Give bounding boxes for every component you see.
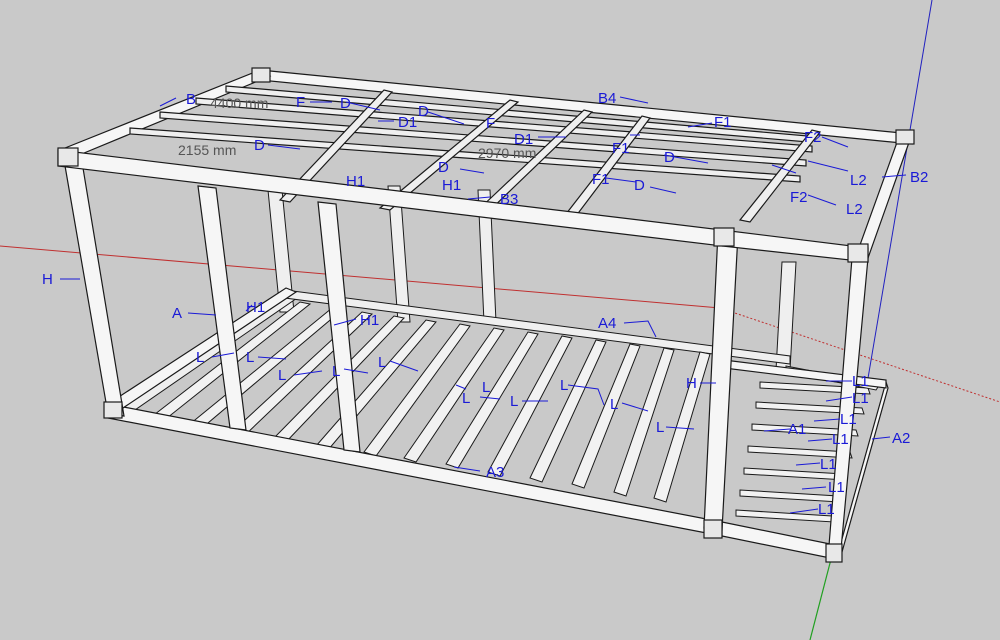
label-a-left: A	[172, 305, 182, 322]
roof-beam-ext-front	[721, 229, 869, 263]
joint-floor-front-right	[703, 519, 723, 539]
label-d-b: D	[418, 103, 429, 120]
model-viewport[interactable]: 2155 mm 2970 mm 4400 mm H A H1 H1 H1 H1 …	[0, 0, 1000, 640]
label-l1-1: L1	[852, 373, 869, 390]
dimension-top-left: 2155 mm	[178, 142, 236, 158]
label-a2: A2	[892, 430, 910, 447]
label-f1-b: F1	[612, 140, 630, 157]
label-l2-1: L2	[850, 172, 867, 189]
label-l1-5: L1	[820, 456, 837, 473]
back-post-right	[775, 261, 797, 371]
label-b2: B2	[910, 169, 928, 186]
floor-rail-ext-front	[721, 521, 841, 561]
label-f-a: F	[296, 94, 305, 111]
label-f-b: F	[486, 115, 495, 132]
label-l-1: L	[196, 349, 204, 366]
post-front-left	[63, 159, 125, 417]
joint-front-right	[713, 227, 735, 247]
joint-back-right	[895, 129, 915, 145]
label-l-7: L	[462, 390, 470, 407]
red-axis	[0, 245, 721, 309]
label-l1-2: L1	[852, 390, 869, 407]
label-l-5: L	[378, 354, 386, 371]
label-b4: B4	[598, 90, 616, 107]
post-front-right	[703, 231, 739, 531]
label-h1-a: H1	[246, 299, 265, 316]
label-d-c: D	[254, 137, 265, 154]
label-l-11: L	[656, 419, 664, 436]
blue-axis	[865, 0, 933, 391]
label-d1-b: D1	[514, 131, 533, 148]
joint-back-left	[251, 67, 271, 83]
label-h1-d: H1	[442, 177, 461, 194]
label-l-4: L	[332, 363, 340, 380]
label-a3: A3	[486, 464, 504, 481]
joint-floor-ext	[825, 543, 843, 563]
label-l1-6: L1	[828, 479, 845, 496]
label-a4: A4	[598, 315, 616, 332]
label-d-f: D	[634, 177, 645, 194]
dimension-top-back: 4400 mm	[210, 95, 268, 111]
label-l-3: L	[278, 367, 286, 384]
roof-beam-right	[855, 133, 913, 259]
label-f1-c: F1	[592, 171, 610, 188]
label-f2-b: F2	[790, 189, 808, 206]
label-a1: A1	[788, 421, 806, 438]
label-l2-2: L2	[846, 201, 863, 218]
frame-model-drawing: 2155 mm 2970 mm 4400 mm H A H1 H1 H1 H1 …	[0, 0, 1000, 640]
label-h-right: H	[686, 375, 697, 392]
label-l1-4: L1	[832, 431, 849, 448]
label-b3: B3	[500, 191, 518, 208]
label-f1-a: F1	[714, 114, 732, 131]
label-l-9: L	[560, 377, 568, 394]
label-d1-a: D1	[398, 114, 417, 131]
label-f2-a: F2	[804, 129, 822, 146]
label-l-2: L	[246, 349, 254, 366]
label-h1-c: H1	[346, 173, 365, 190]
joint-floor-front-left	[103, 401, 123, 419]
label-h-left: H	[42, 271, 53, 288]
label-l-10: L	[610, 396, 618, 413]
label-h1-b: H1	[360, 312, 379, 329]
label-l-6: L	[482, 379, 490, 396]
label-b-top: B	[186, 91, 196, 108]
label-l1-7: L1	[818, 501, 835, 518]
post-h1-a	[197, 185, 247, 431]
joint-ext	[847, 243, 869, 263]
label-d-d: D	[438, 159, 449, 176]
label-d-e: D	[664, 149, 675, 166]
label-l1-3: L1	[840, 411, 857, 428]
joint-front-left	[57, 147, 79, 167]
label-d-a: D	[340, 95, 351, 112]
label-l-8: L	[510, 393, 518, 410]
